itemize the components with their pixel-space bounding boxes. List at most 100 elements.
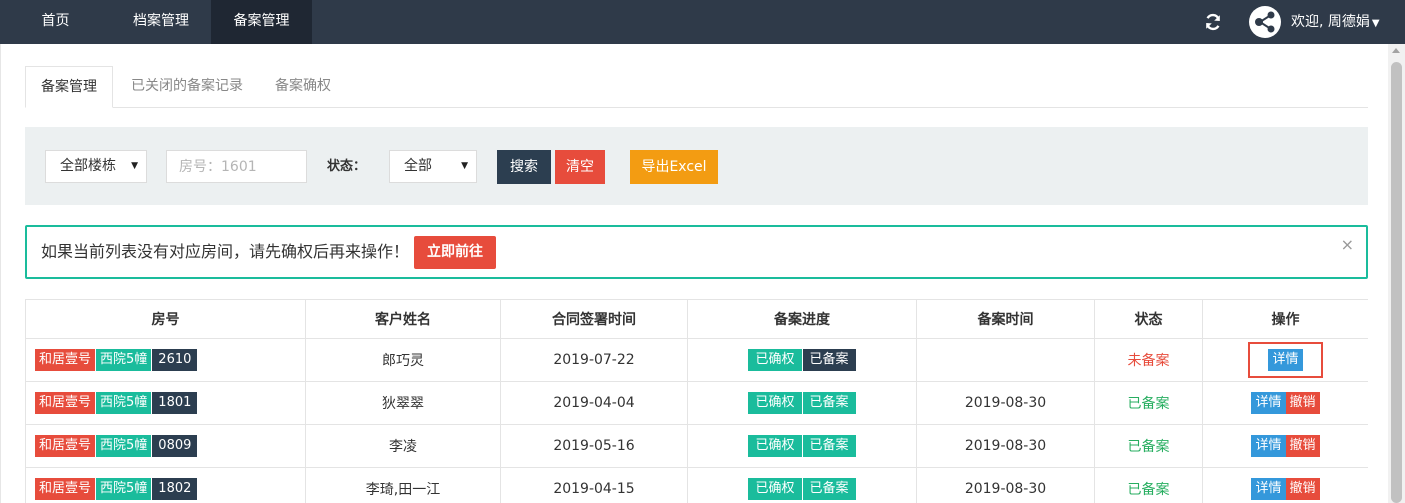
detail-button[interactable]: 详情 — [1268, 349, 1303, 371]
table-row: 和居壹号 西院5幢 2610 郎巧灵 2019-07-22 已确权 已备案 未备案 详… — [25, 338, 1368, 382]
column-header-sign-date: 合同签署时间 — [500, 299, 688, 339]
progress-confirmed-badge: 已确权 — [748, 392, 802, 414]
notice-alert: 如果当前列表没有对应房间，请先确权后再来操作！ 立即前往 × — [25, 225, 1368, 279]
tab-bar: 备案管理 已关闭的备案记录 备案确权 — [25, 66, 1368, 108]
room-number-tag: 0809 — [152, 435, 198, 457]
table-row: 和居壹号 西院5幢 1802 李琦,田一江 2019-04-15 已确权 已备案 20… — [25, 467, 1368, 503]
table-header-row: 房号 客户姓名 合同签署时间 备案进度 备案时间 状态 操作 — [25, 299, 1368, 339]
column-header-actions: 操作 — [1202, 299, 1368, 339]
project-tag: 和居壹号 — [35, 349, 96, 371]
export-excel-button[interactable]: 导出Excel — [630, 150, 718, 184]
building-select-value: 全部楼栋 — [60, 158, 116, 174]
left-rail-divider — [0, 44, 1, 503]
filing-date: 2019-08-30 — [916, 381, 1095, 425]
nav-item-filing[interactable]: 备案管理 — [211, 0, 312, 44]
user-menu[interactable]: 欢迎, 周德娟 ▼ — [1291, 0, 1380, 44]
sign-date: 2019-04-04 — [500, 381, 688, 425]
detail-button[interactable]: 详情 — [1251, 478, 1286, 500]
clear-button[interactable]: 清空 — [555, 150, 605, 184]
status-badge: 已备案 — [1094, 424, 1203, 468]
project-tag: 和居壹号 — [35, 392, 96, 414]
building-tag: 西院5幢 — [96, 349, 152, 371]
column-header-room: 房号 — [25, 299, 306, 339]
filing-date — [916, 338, 1095, 382]
avatar[interactable] — [1249, 6, 1281, 38]
close-icon[interactable]: × — [1341, 235, 1354, 254]
caret-down-icon: ▼ — [1371, 18, 1380, 29]
actions-cell: 详情 — [1202, 338, 1368, 382]
progress-cell: 已确权 已备案 — [687, 424, 917, 468]
progress-cell: 已确权 已备案 — [687, 338, 917, 382]
progress-filed-badge: 已备案 — [802, 392, 856, 414]
project-tag: 和居壹号 — [35, 478, 96, 500]
filing-date: 2019-08-30 — [916, 424, 1095, 468]
select-arrow-icon: ▼ — [131, 161, 138, 171]
filter-bar: 全部楼栋 ▼ 状态： 全部 ▼ 搜索 清空 导出Excel — [25, 127, 1368, 205]
column-header-customer: 客户姓名 — [305, 299, 501, 339]
sign-date: 2019-05-16 — [500, 424, 688, 468]
avatar-share-icon — [1255, 11, 1275, 33]
table-row: 和居壹号 西院5幢 1801 狄翠翠 2019-04-04 已确权 已备案 2019-… — [25, 381, 1368, 425]
revoke-button[interactable]: 撤销 — [1285, 478, 1320, 500]
room-number-input[interactable] — [166, 150, 307, 183]
sign-date: 2019-07-22 — [500, 338, 688, 382]
detail-button[interactable]: 详情 — [1251, 435, 1286, 457]
status-select[interactable]: 全部 ▼ — [389, 150, 477, 183]
go-now-button[interactable]: 立即前往 — [414, 236, 496, 269]
filing-table: 房号 客户姓名 合同签署时间 备案进度 备案时间 状态 操作 和居壹号 西院5幢 2… — [25, 299, 1368, 503]
customer-name: 李琦,田一江 — [305, 467, 501, 503]
alert-message: 如果当前列表没有对应房间，请先确权后再来操作！ — [41, 242, 410, 261]
table-row: 和居壹号 西院5幢 0809 李凌 2019-05-16 已确权 已备案 2019-0… — [25, 424, 1368, 468]
search-button[interactable]: 搜索 — [497, 150, 551, 184]
nav-item-home[interactable]: 首页 — [0, 0, 111, 44]
customer-name: 郎巧灵 — [305, 338, 501, 382]
progress-filed-badge: 已备案 — [802, 435, 856, 457]
room-number-tag: 1802 — [152, 478, 198, 500]
status-filter-label: 状态： — [327, 159, 367, 174]
status-badge: 未备案 — [1094, 338, 1203, 382]
status-badge: 已备案 — [1094, 381, 1203, 425]
select-arrow-icon: ▼ — [461, 161, 468, 171]
room-cell: 和居壹号 西院5幢 1802 — [25, 467, 306, 503]
scrollbar-thumb[interactable] — [1391, 62, 1402, 503]
filing-table-container: 房号 客户姓名 合同签署时间 备案进度 备案时间 状态 操作 和居壹号 西院5幢 2… — [25, 299, 1368, 503]
building-tag: 西院5幢 — [96, 478, 152, 500]
user-greeting-text: 欢迎, 周德娟 — [1291, 14, 1370, 30]
room-number-tag: 1801 — [152, 392, 198, 414]
nav-item-archive[interactable]: 档案管理 — [111, 0, 211, 44]
actions-cell: 详情 撤销 — [1202, 467, 1368, 503]
progress-cell: 已确权 已备案 — [687, 381, 917, 425]
building-tag: 西院5幢 — [96, 435, 152, 457]
room-cell: 和居壹号 西院5幢 1801 — [25, 381, 306, 425]
actions-cell: 详情 撤销 — [1202, 381, 1368, 425]
tab-filing-confirmation[interactable]: 备案确权 — [263, 66, 343, 106]
progress-confirmed-badge: 已确权 — [748, 349, 802, 371]
detail-button[interactable]: 详情 — [1251, 392, 1286, 414]
status-badge: 已备案 — [1094, 467, 1203, 503]
refresh-icon[interactable] — [1203, 12, 1223, 32]
status-select-value: 全部 — [404, 158, 432, 174]
tab-filing-management[interactable]: 备案管理 — [25, 66, 113, 108]
filing-date: 2019-08-30 — [916, 467, 1095, 503]
progress-confirmed-badge: 已确权 — [748, 435, 802, 457]
revoke-button[interactable]: 撤销 — [1285, 392, 1320, 414]
revoke-button[interactable]: 撤销 — [1285, 435, 1320, 457]
tab-closed-records[interactable]: 已关闭的备案记录 — [119, 66, 255, 106]
room-cell: 和居壹号 西院5幢 0809 — [25, 424, 306, 468]
column-header-progress: 备案进度 — [687, 299, 917, 339]
customer-name: 李凌 — [305, 424, 501, 468]
progress-cell: 已确权 已备案 — [687, 467, 917, 503]
column-header-status: 状态 — [1094, 299, 1203, 339]
scroll-up-arrow-icon[interactable] — [1392, 48, 1400, 53]
customer-name: 狄翠翠 — [305, 381, 501, 425]
actions-cell: 详情 撤销 — [1202, 424, 1368, 468]
progress-filed-badge: 已备案 — [802, 349, 856, 371]
progress-confirmed-badge: 已确权 — [748, 478, 802, 500]
top-navbar: 首页 档案管理 备案管理 欢迎, 周德娟 ▼ — [0, 0, 1405, 44]
room-cell: 和居壹号 西院5幢 2610 — [25, 338, 306, 382]
room-number-tag: 2610 — [152, 349, 198, 371]
project-tag: 和居壹号 — [35, 435, 96, 457]
highlight-frame: 详情 — [1248, 342, 1323, 378]
building-tag: 西院5幢 — [96, 392, 152, 414]
building-select[interactable]: 全部楼栋 ▼ — [45, 150, 147, 183]
